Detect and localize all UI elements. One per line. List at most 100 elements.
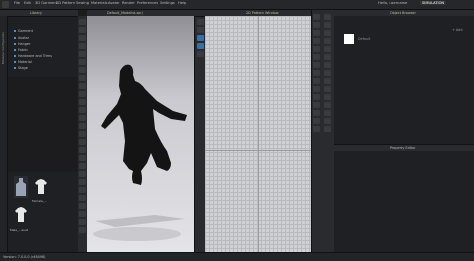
settings-tool-icon[interactable] (324, 126, 331, 132)
select-tool-icon[interactable] (79, 19, 86, 25)
add-button[interactable]: + Add (452, 28, 462, 32)
avatar-tool-icon[interactable] (79, 123, 86, 129)
notch-tool-icon[interactable] (324, 14, 331, 20)
align-tool-icon[interactable] (313, 110, 320, 116)
menu-help[interactable]: Help (178, 1, 186, 5)
menu-file[interactable]: File (14, 1, 20, 5)
color-tool-icon[interactable] (324, 118, 331, 124)
internal-line-tool-icon[interactable] (324, 62, 331, 68)
object-browser-title: Object Browser (390, 11, 416, 15)
layer-2d-tool-icon[interactable] (313, 126, 320, 132)
tree-item-avatar[interactable]: Avatar (14, 36, 29, 40)
username-label[interactable]: Hello, username (378, 1, 407, 5)
seam-allowance-tool-icon[interactable] (313, 62, 320, 68)
record-tool-icon[interactable] (79, 155, 86, 161)
cut-tool-icon[interactable] (313, 102, 320, 108)
brush-tool-icon[interactable] (79, 51, 86, 57)
tape-tool-icon[interactable] (79, 67, 86, 73)
annotation-tool-icon[interactable] (313, 54, 320, 60)
layer-tool-icon[interactable] (79, 195, 86, 201)
shirring-tool-icon[interactable] (313, 94, 320, 100)
puckering-tool-icon[interactable] (79, 219, 86, 225)
zipper-tool-icon[interactable] (79, 99, 86, 105)
modular-configurator-tab[interactable]: Modular Configurator (1, 32, 6, 64)
tree-item-material[interactable]: Material (14, 60, 32, 64)
menu-preferences[interactable]: Preferences (137, 1, 158, 5)
pin-tool-icon[interactable] (79, 43, 86, 49)
trace-tool-icon[interactable] (313, 30, 320, 36)
unfold-tool-icon[interactable] (324, 30, 331, 36)
lock-tool-icon[interactable] (324, 110, 331, 116)
avatar-thumbnail-icon (14, 176, 28, 198)
symmetry-tool-icon[interactable] (324, 54, 331, 60)
pleat-tool-icon[interactable] (313, 38, 320, 44)
fabric-swatch[interactable] (344, 34, 354, 44)
offset-tool-icon[interactable] (324, 22, 331, 28)
view-tool-icon[interactable] (79, 131, 86, 137)
elastic-tool-icon[interactable] (313, 86, 320, 92)
edit-point-tool-icon[interactable] (197, 27, 204, 33)
trim-tool-icon[interactable] (79, 115, 86, 121)
thumbnail-female-avatar[interactable] (14, 176, 28, 198)
fit-map-tool-icon[interactable] (79, 163, 86, 169)
strain-map-tool-icon[interactable] (79, 171, 86, 177)
3d-viewport[interactable] (87, 16, 194, 252)
menu-render[interactable]: Render (122, 1, 135, 5)
gravity-tool-icon[interactable] (79, 179, 86, 185)
tree-item-fabric[interactable]: Fabric (14, 48, 28, 52)
button-hole-tool-icon[interactable] (313, 70, 320, 76)
trim-2d-tool-icon[interactable] (324, 94, 331, 100)
light-tool-icon[interactable] (79, 139, 86, 145)
menu-3d-garment[interactable]: 3D Garment (35, 1, 57, 5)
menu-avatar[interactable]: Avatar (108, 1, 120, 5)
polygon-tool-icon[interactable] (197, 35, 204, 41)
menu-2d-pattern[interactable]: 2D Pattern (56, 1, 75, 5)
object-browser-panel: + Add Default (334, 16, 474, 144)
morph-tool-icon[interactable] (79, 227, 86, 233)
folder-icon (14, 37, 16, 39)
render-tool-icon[interactable] (79, 147, 86, 153)
curve-tool-icon[interactable] (313, 22, 320, 28)
thumbnail-garment[interactable] (34, 176, 48, 198)
texture-tool-icon[interactable] (79, 83, 86, 89)
library-tree: Garment Avatar Hanger Fabric Hardware an… (8, 17, 78, 77)
tape-2d-tool-icon[interactable] (324, 78, 331, 84)
grading-tool-icon[interactable] (313, 46, 320, 52)
dart-tool-icon[interactable] (313, 14, 320, 20)
measure-2d-tool-icon[interactable] (324, 46, 331, 52)
mode-selector[interactable]: SIMULATION (420, 1, 447, 5)
fold-arrangement-tool-icon[interactable] (324, 38, 331, 44)
app-logo-icon[interactable] (2, 1, 9, 8)
button-tool-icon[interactable] (79, 107, 86, 113)
texture-2d-tool-icon[interactable] (324, 70, 331, 76)
thumbnail-male-avatar[interactable] (14, 204, 28, 226)
move-tool-icon[interactable] (79, 27, 86, 33)
topstitch-tool-icon[interactable] (79, 211, 86, 217)
tree-item-garment[interactable]: Garment (14, 29, 33, 33)
merge-tool-icon[interactable] (324, 102, 331, 108)
transform-tool-icon[interactable] (197, 19, 204, 25)
sewing-tool-icon[interactable] (79, 91, 86, 97)
tree-item-stage[interactable]: Stage (14, 66, 28, 70)
camera-tool-icon[interactable] (79, 75, 86, 81)
fabric-item-label[interactable]: Default (358, 37, 370, 41)
tree-item-hanger[interactable]: Hanger (14, 42, 30, 46)
segment-sewing-tool-icon[interactable] (197, 51, 204, 57)
menu-settings[interactable]: Settings (160, 1, 175, 5)
graphic-2d-tool-icon[interactable] (313, 78, 320, 84)
rectangle-tool-icon[interactable] (197, 43, 204, 49)
graphic-tool-icon[interactable] (79, 203, 86, 209)
thumbnail-label: Male_...avat (10, 228, 29, 232)
zipper-2d-tool-icon[interactable] (324, 86, 331, 92)
tree-item-hardware[interactable]: Hardware and Trims (14, 54, 52, 58)
folder-icon (14, 67, 16, 69)
fold-tool-icon[interactable] (79, 35, 86, 41)
menu-materials[interactable]: Materials (91, 1, 107, 5)
measure-tool-icon[interactable] (79, 59, 86, 65)
menu-edit[interactable]: Edit (24, 1, 31, 5)
freeze-tool-icon[interactable] (79, 187, 86, 193)
menu-sewing[interactable]: Sewing (76, 1, 89, 5)
menu-bar: File Edit 3D Garment 2D Pattern Sewing M… (0, 0, 474, 10)
fabric-tool-icon[interactable] (313, 118, 320, 124)
tshirt-thumbnail-icon (34, 176, 48, 198)
